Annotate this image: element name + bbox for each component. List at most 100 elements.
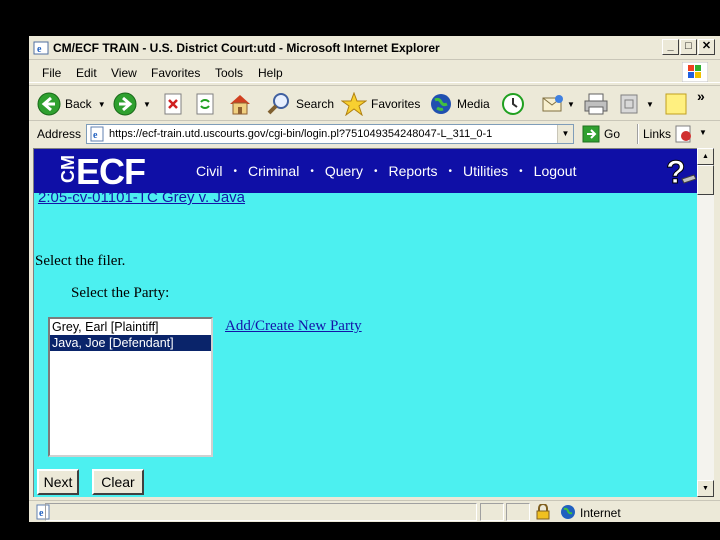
nav-logout[interactable]: Logout: [534, 163, 577, 181]
browser-window: e CM/ECF TRAIN - U.S. District Court:utd…: [29, 36, 720, 522]
help-icon[interactable]: ?: [664, 153, 697, 189]
media-button[interactable]: Media: [429, 90, 490, 118]
scroll-down-button[interactable]: ▼: [697, 480, 714, 497]
back-arrow-icon: [37, 92, 61, 116]
menu-favorites[interactable]: Favorites: [151, 66, 200, 80]
menu-view[interactable]: View: [111, 66, 137, 80]
go-button[interactable]: Go: [582, 125, 620, 143]
nav-separator: •: [310, 166, 314, 177]
maximize-button[interactable]: □: [680, 39, 697, 55]
nav-separator: •: [448, 166, 453, 177]
links-separator: [637, 124, 639, 144]
go-label: Go: [604, 127, 621, 141]
scroll-up-button[interactable]: ▲: [697, 148, 714, 165]
printer-icon: [584, 93, 608, 115]
menu-edit[interactable]: Edit: [76, 66, 97, 80]
print-button[interactable]: [583, 90, 609, 118]
nav-criminal[interactable]: Criminal: [248, 163, 299, 181]
home-button[interactable]: [227, 90, 253, 118]
lock-icon: [536, 504, 550, 520]
refresh-icon: [196, 93, 214, 115]
nav-separator: •: [233, 166, 237, 177]
go-arrow-icon: [582, 125, 600, 143]
svg-text:e: e: [39, 508, 44, 519]
star-icon: [341, 92, 367, 116]
nav-reports[interactable]: Reports: [388, 163, 437, 181]
select-party-label: Select the Party:: [71, 285, 170, 301]
back-label: Back: [65, 97, 92, 111]
forward-button[interactable]: ▼: [113, 90, 151, 118]
menu-file[interactable]: File: [42, 66, 61, 80]
chevron-down-icon[interactable]: ▼: [646, 100, 654, 109]
toolbar-chevron[interactable]: »: [697, 88, 705, 104]
nav-separator: •: [373, 166, 378, 177]
edit-page-icon: [620, 94, 638, 114]
ecf-header: CM ECF Civil • Criminal • Query • Report…: [34, 149, 697, 193]
zone-label: Internet: [580, 506, 621, 520]
ecf-logo: ECF: [76, 151, 146, 192]
mail-icon: [542, 95, 563, 112]
vertical-scrollbar[interactable]: ▲ ▼: [697, 148, 714, 497]
clear-button[interactable]: Clear: [92, 469, 144, 495]
favorites-button[interactable]: Favorites: [341, 90, 420, 118]
nav-utilities[interactable]: Utilities: [463, 163, 508, 181]
title-bar: e CM/ECF TRAIN - U.S. District Court:utd…: [29, 36, 720, 60]
favorites-label: Favorites: [371, 97, 421, 111]
minimize-button[interactable]: _: [662, 39, 679, 55]
window-title: CM/ECF TRAIN - U.S. District Court:utd -…: [53, 41, 440, 55]
svg-text:e: e: [37, 44, 42, 55]
windows-logo-icon: [682, 62, 708, 82]
address-label: Address: [37, 127, 82, 141]
menu-help[interactable]: Help: [258, 66, 283, 80]
toolbar: Back ▼ ▼ Search Favorites Media ▼ ▼ »: [29, 85, 720, 121]
menu-tools[interactable]: Tools: [215, 66, 243, 80]
chevron-down-icon[interactable]: ▼: [143, 100, 151, 109]
refresh-button[interactable]: [195, 90, 215, 118]
links-button[interactable]: Links: [643, 127, 671, 141]
status-text-panel: [45, 503, 477, 521]
back-button[interactable]: Back ▼: [37, 90, 106, 118]
nav-civil[interactable]: Civil: [196, 163, 222, 181]
address-bar: Address e https://ecf-train.utd.uscourts…: [29, 122, 720, 146]
select-filer-heading: Select the filer.: [35, 253, 126, 269]
messenger-button[interactable]: [663, 90, 689, 118]
menu-bar: File Edit View Favorites Tools Help: [29, 61, 720, 83]
nav-separator: •: [519, 166, 523, 177]
home-icon: [230, 95, 250, 115]
edit-button[interactable]: ▼: [618, 90, 654, 118]
stop-icon: [164, 93, 182, 115]
next-button[interactable]: Next: [37, 469, 79, 495]
party-option-plaintiff[interactable]: Grey, Earl [Plaintiff]: [50, 319, 211, 335]
note-icon: [665, 93, 687, 115]
stop-button[interactable]: [163, 90, 183, 118]
chevron-down-icon[interactable]: ▼: [98, 100, 106, 109]
scroll-thumb[interactable]: [697, 165, 714, 195]
status-panel: [506, 503, 530, 521]
status-panel: [480, 503, 504, 521]
ie-page-icon: e: [90, 126, 104, 142]
svg-text:?: ?: [666, 154, 686, 189]
address-dropdown-button[interactable]: ▼: [557, 125, 573, 143]
main-nav: Civil • Criminal • Query • Reports • Uti…: [196, 163, 576, 181]
internet-globe-icon: [561, 505, 575, 519]
search-icon: [267, 93, 289, 115]
nav-query[interactable]: Query: [325, 163, 363, 181]
search-button[interactable]: Search: [266, 90, 334, 118]
page-content: 2:05-cv-01101-TC Grey v. Java CM ECF Civ…: [33, 148, 697, 497]
party-listbox[interactable]: Grey, Earl [Plaintiff] Java, Joe [Defend…: [48, 317, 213, 457]
address-url: https://ecf-train.utd.uscourts.gov/cgi-b…: [109, 128, 493, 140]
chevron-down-icon[interactable]: ▼: [699, 128, 707, 137]
add-party-link[interactable]: Add/Create New Party: [225, 318, 362, 335]
status-bar: e Internet: [29, 500, 720, 522]
party-option-defendant[interactable]: Java, Joe [Defendant]: [50, 335, 211, 351]
chevron-down-icon[interactable]: ▼: [567, 100, 575, 109]
media-globe-icon: [431, 94, 451, 114]
mail-button[interactable]: ▼: [540, 90, 575, 118]
history-button[interactable]: [500, 90, 526, 118]
ie-icon: e: [33, 41, 49, 55]
close-button[interactable]: ✕: [698, 39, 715, 55]
forward-arrow-icon: [113, 92, 137, 116]
address-input[interactable]: e https://ecf-train.utd.uscourts.gov/cgi…: [86, 124, 574, 144]
links-toolbar-icon[interactable]: [675, 125, 697, 143]
media-label: Media: [457, 97, 490, 111]
